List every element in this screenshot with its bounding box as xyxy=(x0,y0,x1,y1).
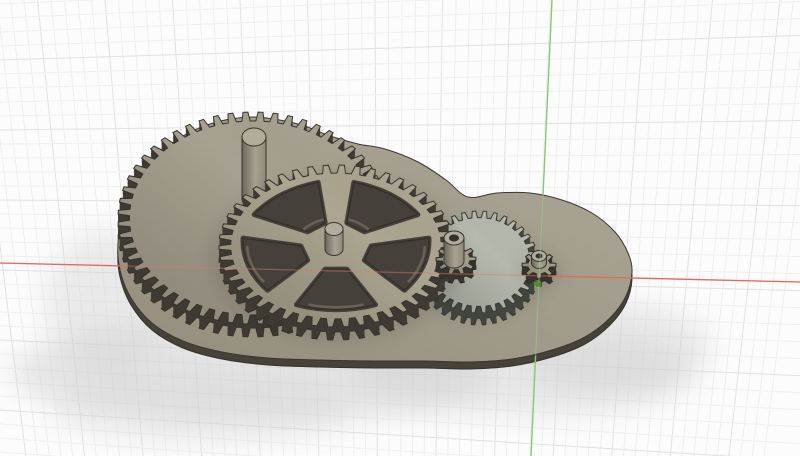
spoked-gear-hub-pin[interactable] xyxy=(324,222,344,256)
cad-viewport[interactable] xyxy=(0,0,800,456)
gear-assembly-model[interactable] xyxy=(117,111,633,370)
soft-shadow-blob xyxy=(50,368,350,444)
small-gear-hub[interactable] xyxy=(531,250,547,269)
pinion-shaft[interactable] xyxy=(443,230,465,269)
scene-svg xyxy=(0,0,800,456)
origin-point xyxy=(533,280,542,288)
